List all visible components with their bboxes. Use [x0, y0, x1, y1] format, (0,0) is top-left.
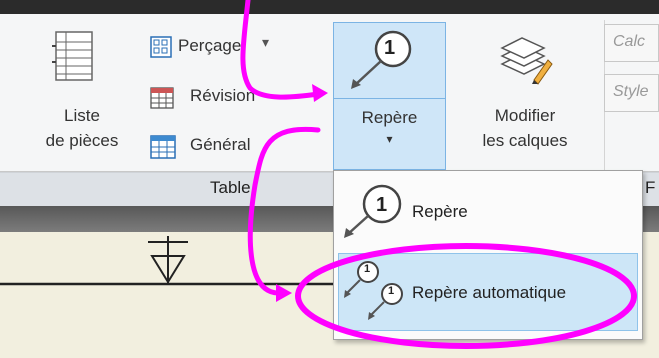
calc-field-text: Calc: [613, 33, 646, 50]
general-table-icon: [150, 135, 176, 159]
revision-label: Révision: [190, 86, 256, 105]
menu-item-repere-automatique-label: Repère automatique: [412, 283, 567, 302]
calc-field[interactable]: Calc: [604, 24, 659, 62]
percage-button[interactable]: Perçage: [178, 36, 241, 56]
grid-icon: [150, 36, 172, 58]
percage-label: Perçage: [178, 36, 242, 55]
auto-balloon-icon: [344, 261, 403, 320]
modifier-label-line1: Modifier: [494, 106, 556, 125]
table-list-icon: [52, 31, 93, 81]
repere-split-divider: [333, 98, 446, 99]
repere-label: Repère: [361, 108, 418, 127]
liste-label-line1: Liste: [64, 106, 100, 125]
general-button[interactable]: Général: [190, 135, 250, 155]
general-label: Général: [190, 135, 251, 154]
revision-button[interactable]: Révision: [190, 86, 255, 106]
style-field-text: Style: [613, 83, 649, 100]
title-bar: [0, 0, 659, 14]
auto-balloon-number-1: 1: [364, 263, 371, 275]
group-label-table: Table: [210, 178, 251, 197]
menu-item-repere-label: Repère: [412, 202, 468, 221]
style-field[interactable]: Style: [604, 74, 659, 112]
modifier-label-line2: les calques: [482, 131, 568, 150]
repere-dropdown-arrow[interactable]: ▾: [333, 128, 446, 150]
balloon-number: 1: [384, 37, 396, 59]
table-icon: [150, 87, 174, 109]
group-label-f: F: [645, 178, 656, 197]
auto-balloon-number-2: 1: [388, 285, 395, 297]
chevron-down-icon[interactable]: ▾: [262, 34, 269, 51]
liste-label-line2: de pièces: [45, 131, 119, 150]
menu-balloon-number: 1: [376, 194, 388, 216]
balloon-icon: [344, 184, 402, 238]
balloon-icon: [351, 30, 412, 89]
layers-edit-icon: [500, 37, 553, 85]
